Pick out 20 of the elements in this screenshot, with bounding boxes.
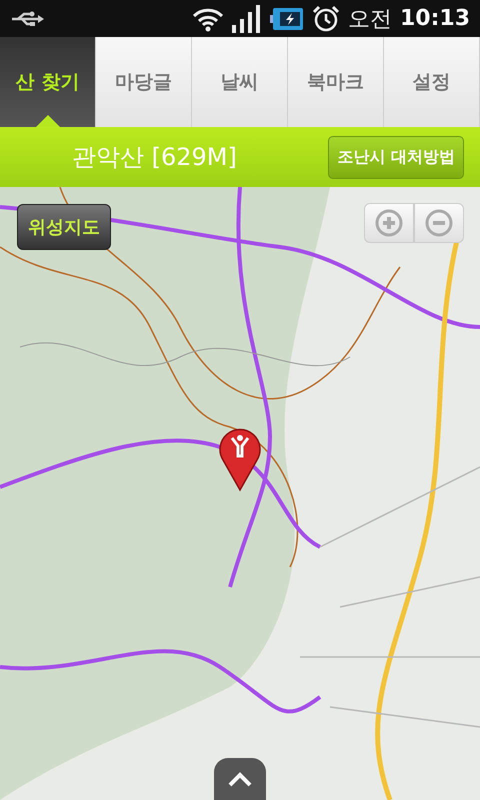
- emergency-guide-button[interactable]: 조난시 대처방법: [328, 136, 464, 178]
- expand-handle[interactable]: [214, 758, 266, 800]
- zoom-out-button[interactable]: [414, 203, 464, 243]
- minus-icon: [425, 209, 453, 237]
- zoom-in-button[interactable]: [364, 203, 414, 243]
- battery-icon: [270, 6, 304, 30]
- satellite-map-button[interactable]: 위성지도: [17, 204, 111, 250]
- clock-period: 오전: [348, 6, 392, 34]
- tab[interactable]: 마당글: [96, 37, 192, 127]
- tab[interactable]: 산 찾기: [0, 37, 96, 127]
- clock-time: 10:13: [400, 6, 470, 31]
- chevron-up-icon: [227, 771, 253, 787]
- tab[interactable]: 북마크: [288, 37, 384, 127]
- signal-icon: [232, 4, 262, 32]
- tab[interactable]: 날씨: [192, 37, 288, 127]
- plus-icon: [375, 209, 403, 237]
- tab[interactable]: 설정: [384, 37, 480, 127]
- usb-icon: [10, 10, 44, 26]
- alarm-clock-icon: [312, 4, 340, 32]
- mountain-title: 관악산 [629M]: [72, 142, 238, 173]
